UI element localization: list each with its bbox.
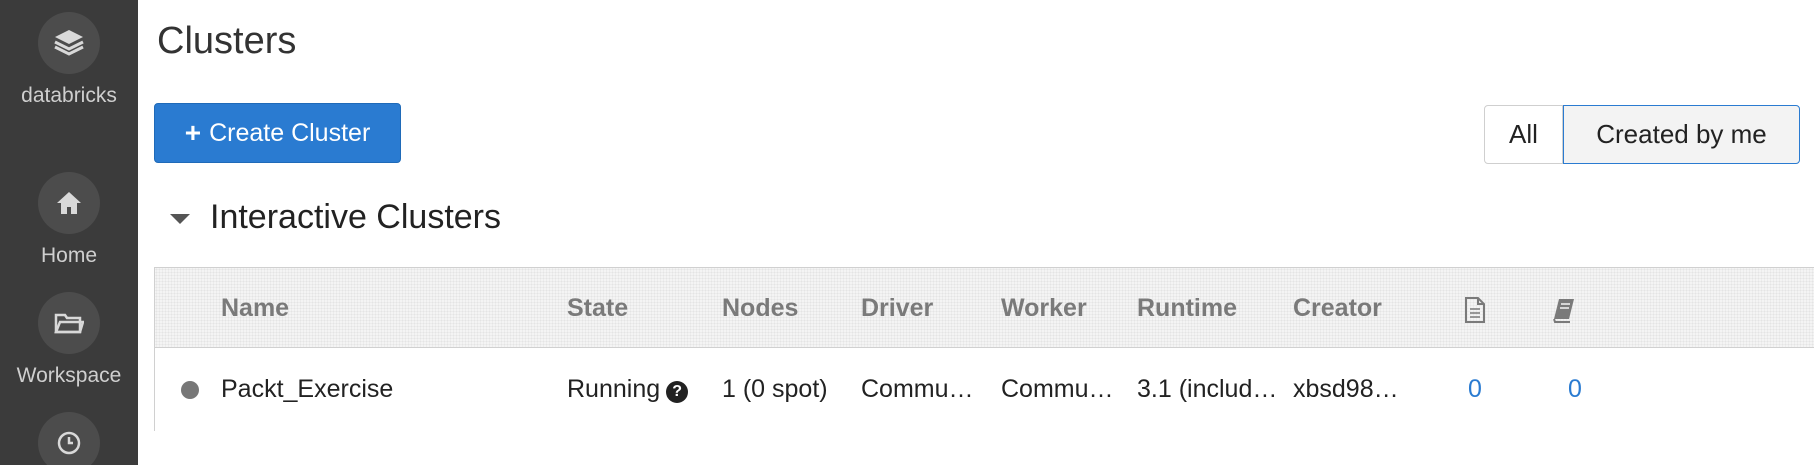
column-header-nodes[interactable]: Nodes: [722, 268, 798, 348]
table-header: Name State Nodes Driver Worker Runtime C…: [155, 268, 1814, 348]
notebook-icon: [1552, 297, 1576, 328]
databricks-logo-icon: [38, 12, 100, 74]
column-header-worker[interactable]: Worker: [1001, 268, 1087, 348]
sidebar-item-home[interactable]: Home: [0, 172, 138, 268]
home-icon: [38, 172, 100, 234]
page-title: Clusters: [157, 20, 297, 62]
question-circle-icon[interactable]: ?: [666, 381, 689, 403]
document-icon: [1464, 297, 1486, 328]
cluster-status-dot: [181, 381, 199, 399]
cluster-driver: Commu…: [861, 375, 974, 403]
cluster-state-cell: Running?: [567, 348, 689, 431]
filter-created-by-me-button[interactable]: Created by me: [1563, 105, 1800, 164]
column-header-creator[interactable]: Creator: [1293, 268, 1382, 348]
interactive-clusters-header[interactable]: Interactive Clusters: [170, 198, 501, 237]
cluster-nodes: 1 (0 spot): [722, 375, 828, 403]
table-row[interactable]: Packt_Exercise Running? 1 (0 spot) Commu…: [155, 348, 1814, 431]
sidebar-item-label: Home: [40, 244, 98, 267]
column-header-state[interactable]: State: [567, 268, 628, 348]
clusters-table: Name State Nodes Driver Worker Runtime C…: [154, 267, 1814, 431]
column-header-driver[interactable]: Driver: [861, 268, 933, 348]
cluster-state: Running: [567, 375, 661, 403]
section-title: Interactive Clusters: [210, 198, 501, 236]
cluster-count-link-b[interactable]: 0: [1568, 348, 1582, 431]
cluster-count-link-a[interactable]: 0: [1468, 348, 1482, 431]
folder-icon: [38, 292, 100, 354]
sidebar-item-recent[interactable]: [0, 412, 138, 465]
sidebar-item-label: Workspace: [16, 364, 122, 387]
column-header-runtime[interactable]: Runtime: [1137, 268, 1237, 348]
cluster-runtime: 3.1 (includ…: [1137, 375, 1278, 403]
filter-all-button[interactable]: All: [1484, 105, 1563, 164]
cluster-filter-toggle: All Created by me: [1484, 105, 1800, 164]
sidebar-logo[interactable]: databricks: [0, 12, 138, 108]
column-header-name[interactable]: Name: [221, 268, 289, 348]
cluster-name[interactable]: Packt_Exercise: [221, 348, 393, 431]
cluster-worker: Commu…: [1001, 375, 1114, 403]
caret-down-icon: [170, 213, 190, 224]
sidebar-logo-label: databricks: [21, 84, 117, 107]
create-cluster-button[interactable]: + Create Cluster: [154, 103, 401, 163]
sidebar-item-workspace[interactable]: Workspace: [0, 292, 138, 388]
create-cluster-label: Create Cluster: [209, 118, 371, 147]
sidebar: databricks Home Workspace: [0, 0, 138, 465]
plus-icon: +: [184, 117, 202, 148]
cluster-creator: xbsd98…: [1293, 375, 1399, 403]
clock-icon: [38, 412, 100, 465]
